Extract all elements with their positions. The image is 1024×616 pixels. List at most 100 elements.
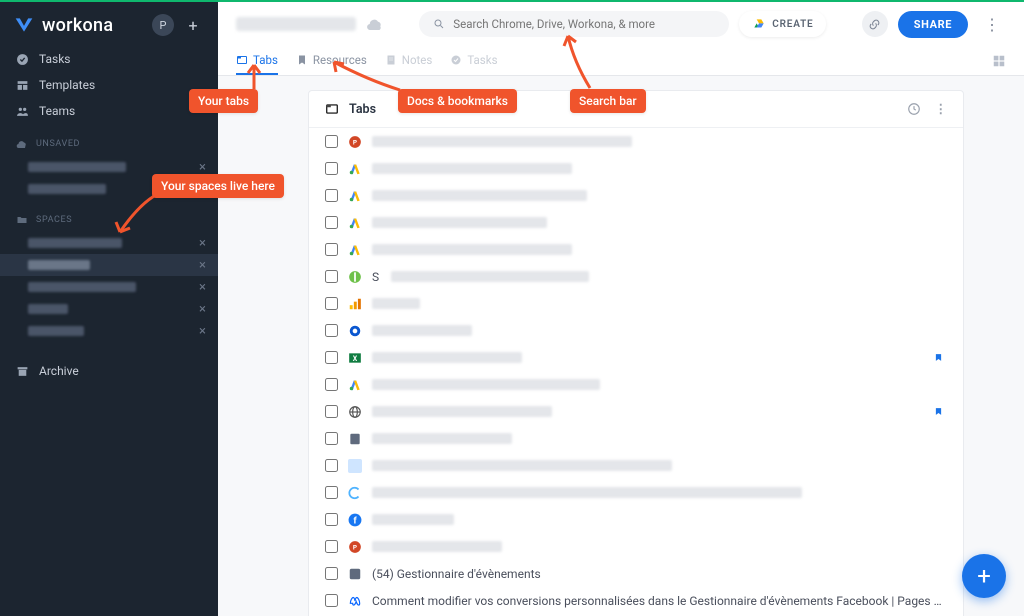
panel-more-button[interactable]: ⋮: [935, 101, 948, 117]
row-checkbox[interactable]: [325, 189, 338, 202]
close-icon[interactable]: ×: [199, 324, 206, 339]
row-checkbox[interactable]: [325, 243, 338, 256]
templates-icon: [16, 79, 29, 92]
sidebar: workona P + Tasks Templates Teams UNSAVE…: [0, 2, 218, 616]
row-title-redacted: [372, 514, 454, 525]
tab-row[interactable]: Comment modifier vos conversions personn…: [309, 587, 963, 614]
space-item[interactable]: ×: [0, 320, 218, 342]
teams-icon: [16, 105, 29, 118]
fab-add-button[interactable]: +: [962, 554, 1006, 598]
unsaved-section-label: UNSAVED: [0, 124, 218, 156]
content-area: Tabs ⋮ PSXfP(54) Gestionnaire d'évènemen…: [218, 76, 1024, 616]
tab-row[interactable]: f: [309, 506, 963, 533]
space-item[interactable]: ×: [0, 254, 218, 276]
svg-text:P: P: [353, 543, 357, 551]
nav-tasks[interactable]: Tasks: [0, 46, 218, 72]
row-checkbox[interactable]: [325, 540, 338, 553]
row-checkbox[interactable]: [325, 459, 338, 472]
space-item[interactable]: ×: [0, 276, 218, 298]
copy-link-button[interactable]: [862, 11, 888, 37]
dashboard-icon[interactable]: [992, 54, 1006, 68]
tab-row[interactable]: [309, 317, 963, 344]
row-checkbox[interactable]: [325, 432, 338, 445]
spaces-section-label: SPACES: [0, 200, 218, 232]
grey-square-favicon-icon: [348, 567, 362, 581]
row-checkbox[interactable]: [325, 297, 338, 310]
row-checkbox[interactable]: [325, 513, 338, 526]
svg-text:P: P: [353, 138, 357, 146]
blue-o-favicon-icon: [348, 324, 362, 338]
green-s-favicon-icon: [348, 270, 362, 284]
row-title: Comment modifier vos conversions personn…: [372, 594, 947, 608]
row-title-redacted: [372, 433, 512, 444]
tab-row[interactable]: [309, 452, 963, 479]
close-icon[interactable]: ×: [199, 302, 206, 317]
nav-archive[interactable]: Archive: [0, 350, 218, 392]
cloud-off-icon: [16, 138, 28, 150]
close-icon[interactable]: ×: [199, 258, 206, 273]
row-checkbox[interactable]: [325, 162, 338, 175]
light-favicon-icon: [348, 459, 362, 473]
ppt-favicon-icon: P: [348, 135, 362, 149]
workona-logo-icon: [14, 15, 34, 35]
tab-row[interactable]: P: [309, 128, 963, 155]
row-checkbox[interactable]: [325, 270, 338, 283]
tab-row[interactable]: P: [309, 533, 963, 560]
svg-text:X: X: [353, 354, 358, 362]
cloud-synced-icon: [366, 15, 384, 33]
archive-icon: [16, 365, 29, 378]
row-title-redacted: [372, 190, 587, 201]
tab-row[interactable]: S: [309, 263, 963, 290]
row-checkbox[interactable]: [325, 405, 338, 418]
close-icon[interactable]: ×: [199, 160, 206, 175]
tab-row[interactable]: (54) Gestionnaire d'évènements: [309, 560, 963, 587]
nav-teams[interactable]: Teams: [0, 98, 218, 124]
space-item[interactable]: ×: [0, 298, 218, 320]
tab-row[interactable]: [309, 209, 963, 236]
tab-row[interactable]: [309, 236, 963, 263]
row-checkbox[interactable]: [325, 567, 338, 580]
tab-row[interactable]: [309, 425, 963, 452]
tab-row[interactable]: [309, 371, 963, 398]
row-checkbox[interactable]: [325, 378, 338, 391]
tab-tasks[interactable]: Tasks: [450, 47, 497, 75]
row-checkbox[interactable]: [325, 486, 338, 499]
space-item[interactable]: ×: [0, 232, 218, 254]
row-checkbox[interactable]: [325, 135, 338, 148]
tab-row[interactable]: [309, 155, 963, 182]
close-icon[interactable]: ×: [199, 236, 206, 251]
row-title-redacted: [372, 163, 572, 174]
tab-row[interactable]: X: [309, 344, 963, 371]
tab-row[interactable]: [309, 398, 963, 425]
create-button[interactable]: CREATE: [739, 11, 826, 37]
tab-row[interactable]: [309, 479, 963, 506]
callout-tabs: Your tabs: [189, 89, 258, 113]
tab-row[interactable]: [309, 182, 963, 209]
search-input[interactable]: [453, 17, 715, 31]
folder-icon: [16, 214, 28, 226]
close-icon[interactable]: ×: [199, 280, 206, 295]
excel-favicon-icon: X: [348, 351, 362, 365]
row-title-redacted: [372, 352, 522, 363]
tab-row[interactable]: [309, 290, 963, 317]
row-checkbox[interactable]: [325, 216, 338, 229]
callout-search: Search bar: [570, 89, 646, 113]
nav-label: Teams: [39, 104, 75, 118]
ads-favicon-icon: [348, 243, 362, 257]
history-icon[interactable]: [907, 102, 921, 116]
space-title: [236, 17, 356, 31]
nav-templates[interactable]: Templates: [0, 72, 218, 98]
row-checkbox[interactable]: [325, 324, 338, 337]
row-checkbox[interactable]: [325, 594, 338, 607]
more-menu-button[interactable]: ⋮: [978, 15, 1006, 34]
callout-docs: Docs & bookmarks: [398, 89, 517, 113]
new-space-button[interactable]: +: [182, 14, 204, 36]
tab-icon: [325, 102, 339, 116]
row-title-redacted: [372, 298, 420, 309]
row-checkbox[interactable]: [325, 351, 338, 364]
bookmark-icon: [296, 54, 308, 66]
meta-favicon-icon: [348, 594, 362, 608]
avatar[interactable]: P: [152, 14, 174, 36]
drive-icon: [752, 17, 766, 31]
share-button[interactable]: SHARE: [898, 11, 968, 38]
